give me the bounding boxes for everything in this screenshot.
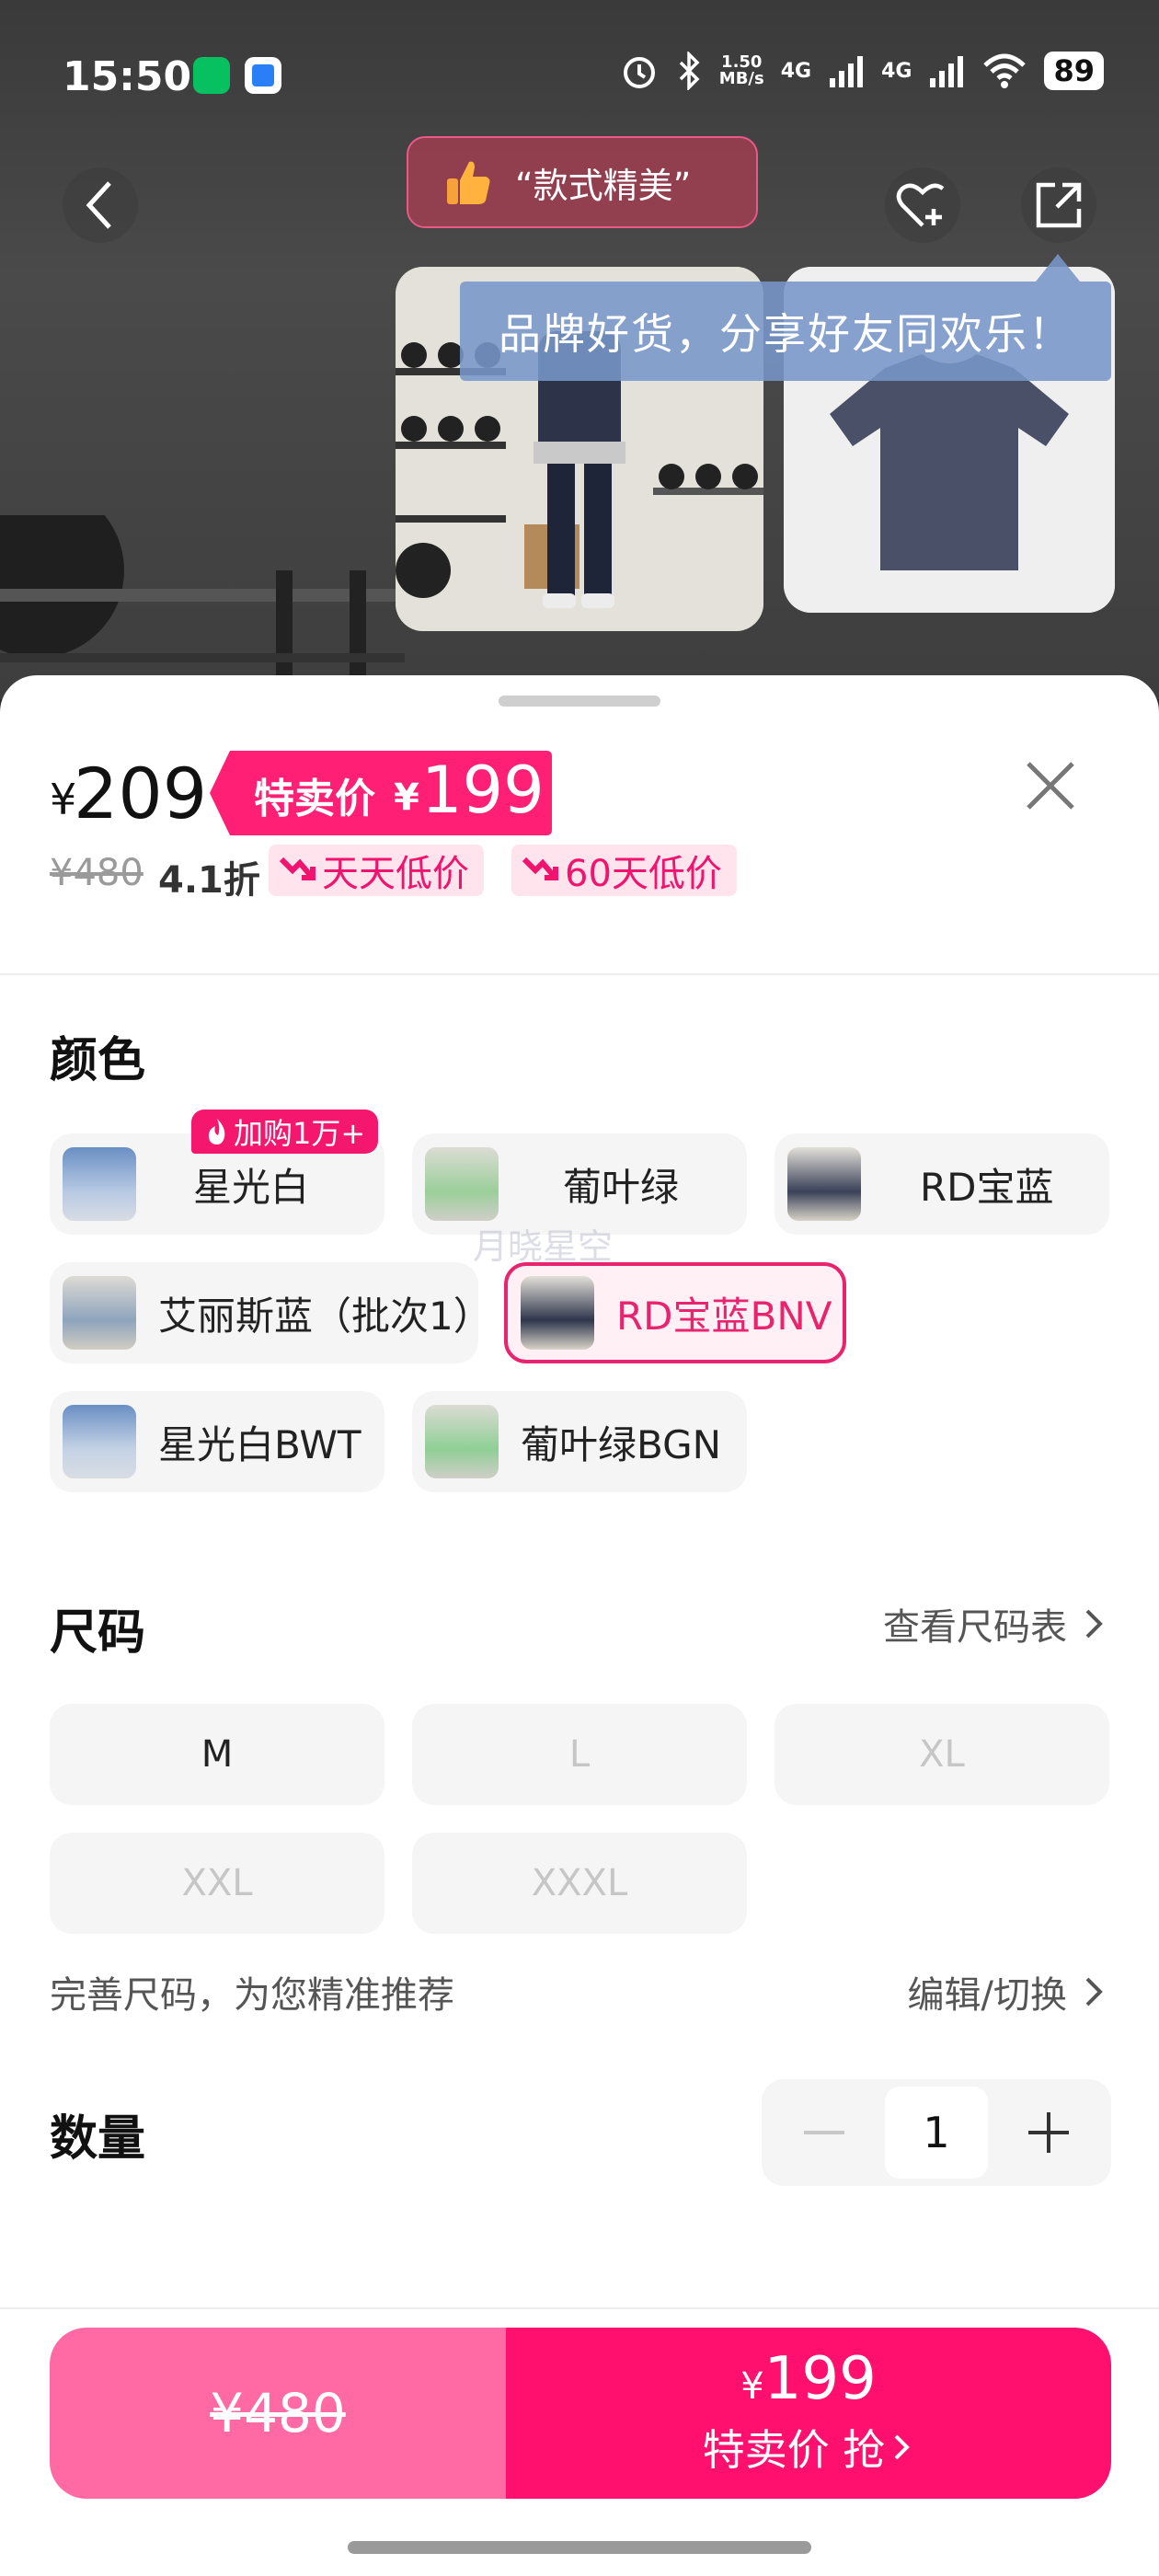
favorite-button[interactable] (885, 167, 960, 243)
color-thumbnail (787, 1147, 861, 1221)
size-recommend-hint: 完善尺码，为您精准推荐 (50, 1974, 454, 2017)
cell-signal-icon (830, 56, 864, 87)
color-thumbnail (425, 1147, 499, 1221)
color-option-label: RD宝蓝 (920, 1164, 1054, 1210)
chevron-right-icon (1085, 1609, 1103, 1639)
tag-label: 60天低价 (565, 853, 722, 895)
close-button[interactable] (1021, 756, 1080, 815)
home-indicator[interactable] (348, 2541, 811, 2554)
bottom-divider (0, 2307, 1159, 2309)
color-option-label: 葡叶绿BGN (521, 1421, 722, 1467)
color-section-title: 颜色 (50, 1033, 146, 1088)
size-option-xl[interactable]: XL (775, 1704, 1109, 1805)
current-price: 209 (74, 753, 208, 834)
cell-signal-icon-2 (930, 56, 964, 87)
status-icons: 1.50 MB/s 4G 4G 89 (620, 52, 1104, 90)
close-icon (1027, 762, 1074, 810)
hot-badge: 加购1万+ (191, 1110, 379, 1154)
low-price-tag-daily: 天天低价 (269, 845, 484, 896)
color-option-label: 星光白 (193, 1164, 310, 1210)
original-price-label: ¥480 (210, 2382, 346, 2444)
battery-level: 89 (1044, 52, 1104, 90)
promo-price-badge: 特卖价 ¥ 199 (210, 751, 552, 835)
low-price-tag-60day: 60天低价 (511, 845, 737, 896)
gym-equipment-image (0, 515, 405, 699)
chevron-right-icon (1085, 1977, 1103, 2007)
share-button[interactable] (1021, 167, 1096, 243)
tag-label: 天天低价 (322, 853, 469, 895)
divider (0, 973, 1159, 975)
wifi-icon (983, 53, 1027, 88)
special-price-value: 199 (763, 2345, 877, 2413)
chevron-right-icon (894, 2434, 911, 2460)
color-thumbnail (63, 1147, 136, 1221)
praise-chip: “款式精美” (407, 136, 758, 228)
signal-label-1: 4G (780, 59, 812, 83)
color-option-label: 葡叶绿 (563, 1164, 680, 1210)
color-thumbnail (521, 1276, 594, 1350)
size-option-xxxl[interactable]: XXXL (412, 1833, 747, 1934)
special-price-action-label: 特卖价 抢 (702, 2425, 886, 2475)
heart-plus-icon (896, 183, 945, 227)
plus-icon (1028, 2112, 1069, 2153)
watermark: 月晓星空 (473, 1226, 614, 1267)
special-price-row: ¥ 199 (740, 2349, 877, 2417)
decrement-button[interactable] (798, 2112, 850, 2153)
chevron-left-icon (86, 181, 111, 229)
buy-special-price-button[interactable]: ¥ 199 特卖价 抢 (506, 2328, 1111, 2499)
size-option-xxl[interactable]: XXL (50, 1833, 384, 1934)
sheet-drag-handle[interactable] (499, 696, 660, 707)
color-option-starlight-white-bwt[interactable]: 星光白BWT (50, 1391, 384, 1492)
bluetooth-icon (679, 52, 700, 90)
net-speed: 1.50 MB/s (718, 52, 764, 88)
color-thumbnail (63, 1276, 136, 1350)
original-price: ¥480 (50, 852, 143, 894)
size-option-l[interactable]: L (412, 1704, 747, 1805)
promo-label: 特卖价 (254, 776, 375, 822)
color-option-rd-royal-blue[interactable]: RD宝蓝 (775, 1133, 1109, 1235)
discount-label: 4.1折 (158, 859, 260, 902)
trend-down-icon (279, 857, 316, 880)
tooltip-arrow (1036, 254, 1080, 282)
minus-icon (804, 2131, 844, 2134)
special-price-action: 特卖价 抢 (703, 2417, 915, 2478)
back-button[interactable] (63, 167, 138, 243)
status-bar: 15:50 1.50 MB/s 4G 4G 89 (0, 0, 1159, 138)
size-chart-link-label: 查看尺码表 (883, 1606, 1067, 1649)
app-notification-icon (245, 57, 281, 94)
signal-label-2: 4G (881, 59, 912, 83)
share-icon (1036, 182, 1082, 228)
share-tooltip: 品牌好货，分享好友同欢乐！ (460, 282, 1111, 381)
buy-original-price-button[interactable]: ¥480 (50, 2328, 506, 2499)
wechat-icon (193, 57, 230, 94)
size-section-title: 尺码 (50, 1605, 146, 1661)
praise-text: “款式精美” (515, 165, 692, 206)
color-thumbnail (63, 1405, 136, 1478)
price-currency: ¥ (50, 775, 77, 824)
promo-currency: ¥ (394, 776, 419, 819)
color-option-label: RD宝蓝BNV (616, 1293, 832, 1339)
color-option-label: 星光白BWT (158, 1421, 361, 1467)
status-time: 15:50 (63, 53, 192, 100)
edit-size-link[interactable]: 编辑/切换 (908, 1965, 1107, 2018)
increment-button[interactable] (1023, 2109, 1074, 2156)
quantity-input[interactable]: 1 (885, 2087, 988, 2179)
color-option-alice-blue-batch1[interactable]: 艾丽斯蓝（批次1） (50, 1262, 492, 1363)
color-option-rd-royal-blue-bnv[interactable]: RD宝蓝BNV (504, 1262, 846, 1363)
thumbs-up-icon (447, 161, 490, 204)
edit-size-link-label: 编辑/切换 (907, 1974, 1067, 2017)
size-option-m[interactable]: M (50, 1704, 384, 1805)
color-option-label: 艾丽斯蓝（批次1） (158, 1293, 492, 1339)
trend-down-icon (522, 857, 558, 880)
quantity-section-title: 数量 (50, 2111, 146, 2167)
promo-price: 199 (421, 753, 545, 828)
color-option-grape-green-bgn[interactable]: 葡叶绿BGN (412, 1391, 747, 1492)
hot-badge-text: 加购1万+ (234, 1116, 366, 1151)
alarm-icon (623, 57, 655, 88)
color-thumbnail (425, 1405, 499, 1478)
special-price-currency: ¥ (740, 2365, 764, 2408)
flame-icon (208, 1119, 225, 1144)
size-chart-link[interactable]: 查看尺码表 (883, 1597, 1107, 1650)
